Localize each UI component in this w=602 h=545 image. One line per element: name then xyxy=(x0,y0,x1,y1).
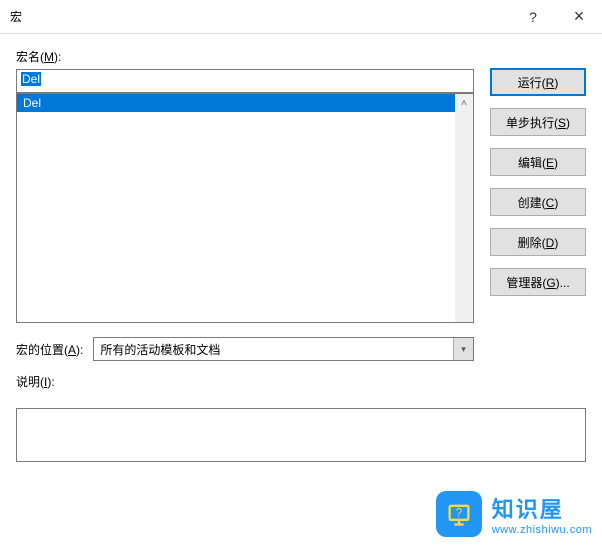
macro-name-label: 宏名(M): xyxy=(16,48,474,65)
titlebar: 宏 ? × xyxy=(0,0,602,34)
description-box[interactable] xyxy=(16,408,586,462)
chevron-down-icon[interactable]: ▾ xyxy=(453,338,473,360)
macro-listbox[interactable]: Del ˄ xyxy=(16,93,474,323)
watermark-icon: ? xyxy=(436,491,482,537)
step-button[interactable]: 单步执行(S) xyxy=(490,108,586,136)
scroll-up-icon[interactable]: ˄ xyxy=(455,94,473,112)
run-button[interactable]: 运行(R) xyxy=(490,68,586,96)
help-button[interactable]: ? xyxy=(510,0,556,34)
organizer-button[interactable]: 管理器(G)... xyxy=(490,268,586,296)
scrollbar[interactable]: ˄ xyxy=(455,94,473,322)
close-button[interactable]: × xyxy=(556,0,602,34)
macro-name-input[interactable]: Del xyxy=(16,69,474,93)
create-button[interactable]: 创建(C) xyxy=(490,188,586,216)
edit-button[interactable]: 编辑(E) xyxy=(490,148,586,176)
window-title: 宏 xyxy=(10,8,510,25)
list-item[interactable]: Del xyxy=(17,94,455,112)
svg-text:?: ? xyxy=(455,506,462,519)
watermark: ? 知识屋 www.zhishiwu.com xyxy=(436,491,592,537)
delete-button[interactable]: 删除(D) xyxy=(490,228,586,256)
location-select[interactable]: 所有的活动模板和文档 ▾ xyxy=(93,337,474,361)
description-label: 说明(I): xyxy=(16,373,474,390)
location-label: 宏的位置(A): xyxy=(16,341,83,358)
watermark-text: 知识屋 xyxy=(492,492,592,524)
watermark-url: www.zhishiwu.com xyxy=(492,524,592,536)
